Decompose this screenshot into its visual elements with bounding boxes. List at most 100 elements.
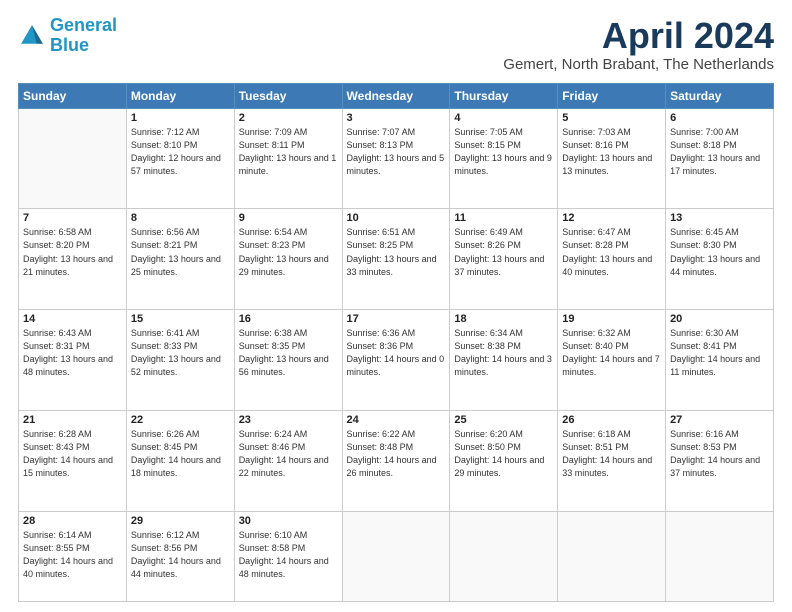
sunrise: Sunrise: 6:18 AM <box>562 429 631 439</box>
day-number: 9 <box>239 212 338 224</box>
day-cell: 16 Sunrise: 6:38 AM Sunset: 8:35 PM Dayl… <box>234 310 342 411</box>
sunrise: Sunrise: 6:45 AM <box>670 227 739 237</box>
sunrise: Sunrise: 6:32 AM <box>562 328 631 338</box>
subtitle: Gemert, North Brabant, The Netherlands <box>503 56 774 73</box>
daylight: Daylight: 14 hours and 3 minutes. <box>454 354 552 377</box>
daylight: Daylight: 14 hours and 15 minutes. <box>23 455 113 478</box>
day-number: 16 <box>239 313 338 325</box>
sunset: Sunset: 8:43 PM <box>23 442 90 452</box>
sunrise: Sunrise: 7:07 AM <box>347 127 416 137</box>
sunrise: Sunrise: 6:49 AM <box>454 227 523 237</box>
daylight: Daylight: 13 hours and 21 minutes. <box>23 254 113 277</box>
day-number: 23 <box>239 414 338 426</box>
day-cell <box>558 511 666 601</box>
day-number: 3 <box>347 112 446 124</box>
sunset: Sunset: 8:16 PM <box>562 140 629 150</box>
week-row-1: 1 Sunrise: 7:12 AM Sunset: 8:10 PM Dayli… <box>19 108 774 209</box>
day-number: 17 <box>347 313 446 325</box>
sunset: Sunset: 8:33 PM <box>131 341 198 351</box>
daylight: Daylight: 12 hours and 57 minutes. <box>131 153 221 176</box>
day-number: 6 <box>670 112 769 124</box>
sunset: Sunset: 8:53 PM <box>670 442 737 452</box>
sunset: Sunset: 8:48 PM <box>347 442 414 452</box>
daylight: Daylight: 13 hours and 13 minutes. <box>562 153 652 176</box>
sunrise: Sunrise: 6:20 AM <box>454 429 523 439</box>
day-cell: 18 Sunrise: 6:34 AM Sunset: 8:38 PM Dayl… <box>450 310 558 411</box>
day-cell: 10 Sunrise: 6:51 AM Sunset: 8:25 PM Dayl… <box>342 209 450 310</box>
page: General Blue April 2024 Gemert, North Br… <box>0 0 792 612</box>
day-number: 28 <box>23 515 122 527</box>
day-info: Sunrise: 7:03 AM Sunset: 8:16 PM Dayligh… <box>562 126 661 178</box>
day-cell <box>666 511 774 601</box>
col-friday: Friday <box>558 83 666 108</box>
day-cell: 22 Sunrise: 6:26 AM Sunset: 8:45 PM Dayl… <box>126 411 234 512</box>
sunset: Sunset: 8:56 PM <box>131 543 198 553</box>
sunrise: Sunrise: 7:09 AM <box>239 127 308 137</box>
day-cell: 26 Sunrise: 6:18 AM Sunset: 8:51 PM Dayl… <box>558 411 666 512</box>
sunrise: Sunrise: 7:05 AM <box>454 127 523 137</box>
day-number: 19 <box>562 313 661 325</box>
day-cell: 29 Sunrise: 6:12 AM Sunset: 8:56 PM Dayl… <box>126 511 234 601</box>
title-block: April 2024 Gemert, North Brabant, The Ne… <box>503 16 774 73</box>
sunset: Sunset: 8:35 PM <box>239 341 306 351</box>
day-info: Sunrise: 6:51 AM Sunset: 8:25 PM Dayligh… <box>347 226 446 278</box>
week-row-2: 7 Sunrise: 6:58 AM Sunset: 8:20 PM Dayli… <box>19 209 774 310</box>
daylight: Daylight: 14 hours and 22 minutes. <box>239 455 329 478</box>
day-number: 11 <box>454 212 553 224</box>
day-info: Sunrise: 6:10 AM Sunset: 8:58 PM Dayligh… <box>239 529 338 581</box>
sunset: Sunset: 8:10 PM <box>131 140 198 150</box>
day-number: 18 <box>454 313 553 325</box>
col-saturday: Saturday <box>666 83 774 108</box>
sunset: Sunset: 8:11 PM <box>239 140 305 150</box>
sunset: Sunset: 8:28 PM <box>562 240 629 250</box>
sunset: Sunset: 8:26 PM <box>454 240 521 250</box>
day-info: Sunrise: 6:34 AM Sunset: 8:38 PM Dayligh… <box>454 327 553 379</box>
col-wednesday: Wednesday <box>342 83 450 108</box>
day-info: Sunrise: 6:43 AM Sunset: 8:31 PM Dayligh… <box>23 327 122 379</box>
day-cell: 9 Sunrise: 6:54 AM Sunset: 8:23 PM Dayli… <box>234 209 342 310</box>
sunset: Sunset: 8:58 PM <box>239 543 306 553</box>
day-cell: 24 Sunrise: 6:22 AM Sunset: 8:48 PM Dayl… <box>342 411 450 512</box>
sunset: Sunset: 8:50 PM <box>454 442 521 452</box>
col-monday: Monday <box>126 83 234 108</box>
day-cell: 21 Sunrise: 6:28 AM Sunset: 8:43 PM Dayl… <box>19 411 127 512</box>
logo: General Blue <box>18 16 117 56</box>
day-cell: 3 Sunrise: 7:07 AM Sunset: 8:13 PM Dayli… <box>342 108 450 209</box>
day-number: 27 <box>670 414 769 426</box>
daylight: Daylight: 13 hours and 25 minutes. <box>131 254 221 277</box>
day-number: 22 <box>131 414 230 426</box>
sunrise: Sunrise: 6:47 AM <box>562 227 631 237</box>
day-cell: 19 Sunrise: 6:32 AM Sunset: 8:40 PM Dayl… <box>558 310 666 411</box>
sunrise: Sunrise: 6:28 AM <box>23 429 92 439</box>
day-info: Sunrise: 6:26 AM Sunset: 8:45 PM Dayligh… <box>131 428 230 480</box>
day-info: Sunrise: 6:38 AM Sunset: 8:35 PM Dayligh… <box>239 327 338 379</box>
daylight: Daylight: 14 hours and 11 minutes. <box>670 354 760 377</box>
sunrise: Sunrise: 6:12 AM <box>131 530 200 540</box>
sunset: Sunset: 8:40 PM <box>562 341 629 351</box>
day-info: Sunrise: 6:24 AM Sunset: 8:46 PM Dayligh… <box>239 428 338 480</box>
sunset: Sunset: 8:38 PM <box>454 341 521 351</box>
day-cell: 30 Sunrise: 6:10 AM Sunset: 8:58 PM Dayl… <box>234 511 342 601</box>
daylight: Daylight: 13 hours and 48 minutes. <box>23 354 113 377</box>
calendar-header-row: Sunday Monday Tuesday Wednesday Thursday… <box>19 83 774 108</box>
day-info: Sunrise: 6:32 AM Sunset: 8:40 PM Dayligh… <box>562 327 661 379</box>
sunset: Sunset: 8:21 PM <box>131 240 198 250</box>
daylight: Daylight: 14 hours and 40 minutes. <box>23 556 113 579</box>
sunset: Sunset: 8:36 PM <box>347 341 414 351</box>
day-info: Sunrise: 6:18 AM Sunset: 8:51 PM Dayligh… <box>562 428 661 480</box>
day-number: 8 <box>131 212 230 224</box>
sunrise: Sunrise: 6:30 AM <box>670 328 739 338</box>
sunrise: Sunrise: 6:41 AM <box>131 328 200 338</box>
day-info: Sunrise: 6:45 AM Sunset: 8:30 PM Dayligh… <box>670 226 769 278</box>
day-info: Sunrise: 6:47 AM Sunset: 8:28 PM Dayligh… <box>562 226 661 278</box>
day-info: Sunrise: 6:30 AM Sunset: 8:41 PM Dayligh… <box>670 327 769 379</box>
day-number: 2 <box>239 112 338 124</box>
day-info: Sunrise: 7:07 AM Sunset: 8:13 PM Dayligh… <box>347 126 446 178</box>
day-info: Sunrise: 6:16 AM Sunset: 8:53 PM Dayligh… <box>670 428 769 480</box>
sunrise: Sunrise: 6:26 AM <box>131 429 200 439</box>
col-sunday: Sunday <box>19 83 127 108</box>
sunrise: Sunrise: 6:22 AM <box>347 429 416 439</box>
day-cell <box>342 511 450 601</box>
day-info: Sunrise: 7:00 AM Sunset: 8:18 PM Dayligh… <box>670 126 769 178</box>
day-cell: 23 Sunrise: 6:24 AM Sunset: 8:46 PM Dayl… <box>234 411 342 512</box>
